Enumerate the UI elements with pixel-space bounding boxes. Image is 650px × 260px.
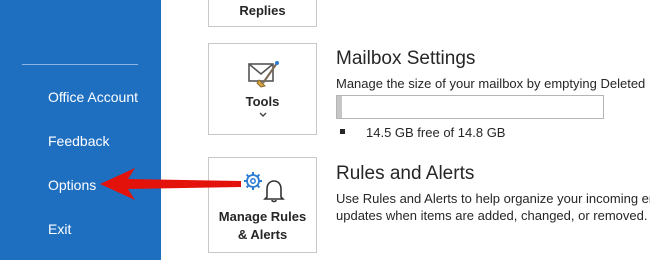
nav-item-office-account[interactable]: Office Account bbox=[48, 88, 138, 106]
mailbox-settings-description: Manage the size of your mailbox by empty… bbox=[336, 76, 646, 91]
manage-rules-alerts-label: Manage Rules & Alerts bbox=[209, 208, 316, 244]
nav-item-feedback[interactable]: Feedback bbox=[48, 132, 109, 150]
replies-tile[interactable]: Replies bbox=[208, 0, 317, 27]
mailbox-usage-fill bbox=[337, 96, 343, 118]
mailbox-cleanup-icon bbox=[248, 61, 279, 88]
rules-alerts-description-line1: Use Rules and Alerts to help organize yo… bbox=[336, 191, 650, 206]
nav-item-options[interactable]: Options bbox=[48, 176, 96, 194]
mailbox-settings-title: Mailbox Settings bbox=[336, 48, 476, 69]
mailbox-usage-text: 14.5 GB free of 14.8 GB bbox=[366, 125, 506, 140]
nav-item-exit[interactable]: Exit bbox=[48, 220, 71, 238]
tools-tile[interactable]: Tools bbox=[208, 43, 317, 135]
rules-alerts-title: Rules and Alerts bbox=[336, 163, 475, 184]
manage-rules-label-line2: & Alerts bbox=[237, 227, 288, 242]
mailbox-usage-bar bbox=[336, 95, 604, 119]
backstage-nav: Office Account Feedback Options Exit bbox=[0, 0, 161, 260]
replies-tile-label: Replies bbox=[239, 3, 286, 18]
chevron-down-icon[interactable] bbox=[257, 111, 269, 119]
usage-bullet bbox=[340, 129, 345, 134]
manage-rules-label-line1: Manage Rules bbox=[218, 209, 307, 224]
tools-tile-label: Tools bbox=[245, 94, 280, 109]
rules-alerts-icon bbox=[244, 172, 285, 203]
nav-divider bbox=[22, 64, 138, 65]
red-arrow-annotation bbox=[100, 168, 241, 200]
rules-alerts-description-line2: updates when items are added, changed, o… bbox=[336, 208, 648, 223]
